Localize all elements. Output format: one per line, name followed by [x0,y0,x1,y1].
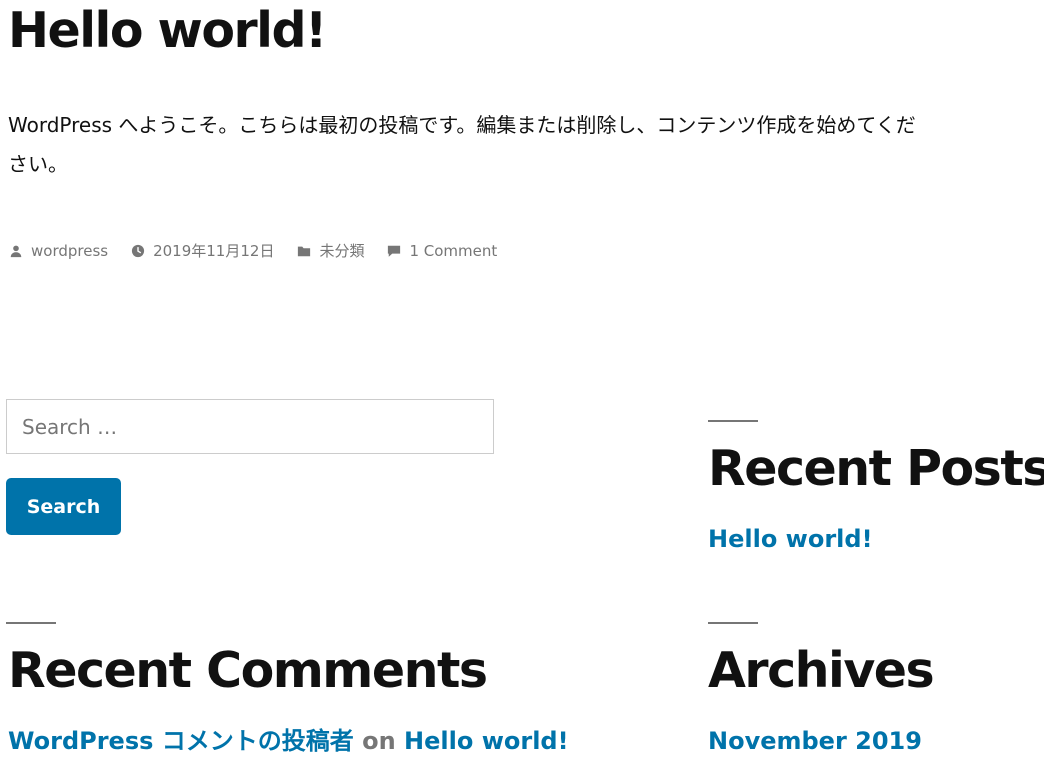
recent-posts-divider [708,420,758,422]
post-content: WordPress へようこそ。こちらは最初の投稿です。編集または削除し、コンテ… [8,113,916,176]
meta-date: 2019年11月12日 [130,240,274,261]
meta-comments: 1 Comment [386,242,497,260]
meta-category: 未分類 [296,240,364,261]
folder-icon [296,243,312,259]
person-icon [8,243,24,259]
recent-posts-title: Recent Posts [708,440,1044,497]
comment-author-link[interactable]: WordPress コメントの投稿者 [8,727,354,755]
recent-comment-item: WordPress コメントの投稿者 on Hello world! [8,726,569,756]
category-link[interactable]: 未分類 [319,240,364,261]
archives-title: Archives [708,642,935,699]
comments-link[interactable]: 1 Comment [409,242,497,260]
post-title: Hello world! [8,2,327,59]
date-link[interactable]: 2019年11月12日 [153,240,274,261]
recent-post-link[interactable]: Hello world! [708,524,873,554]
comment-icon [386,243,402,259]
meta-author: wordpress [8,242,108,260]
comment-post-link[interactable]: Hello world! [404,727,569,755]
comment-on-text: on [362,727,396,755]
archive-link[interactable]: November 2019 [708,726,922,756]
author-link[interactable]: wordpress [31,242,108,260]
recent-comments-divider [6,622,56,624]
archives-divider [708,622,758,624]
search-input[interactable] [6,399,494,454]
clock-icon [130,243,146,259]
search-button[interactable]: Search [6,478,121,535]
recent-comments-title: Recent Comments [8,642,488,699]
post-meta: wordpress 2019年11月12日 未分類 1 Comment [8,240,519,261]
